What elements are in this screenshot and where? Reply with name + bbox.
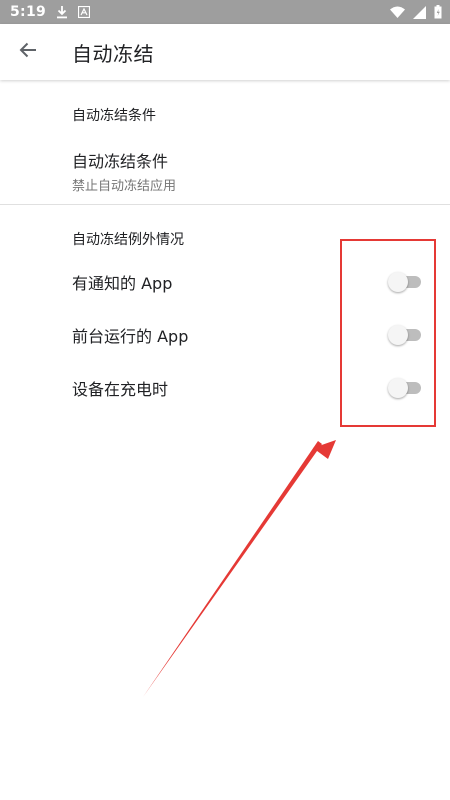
annotation-arrow — [143, 440, 336, 697]
